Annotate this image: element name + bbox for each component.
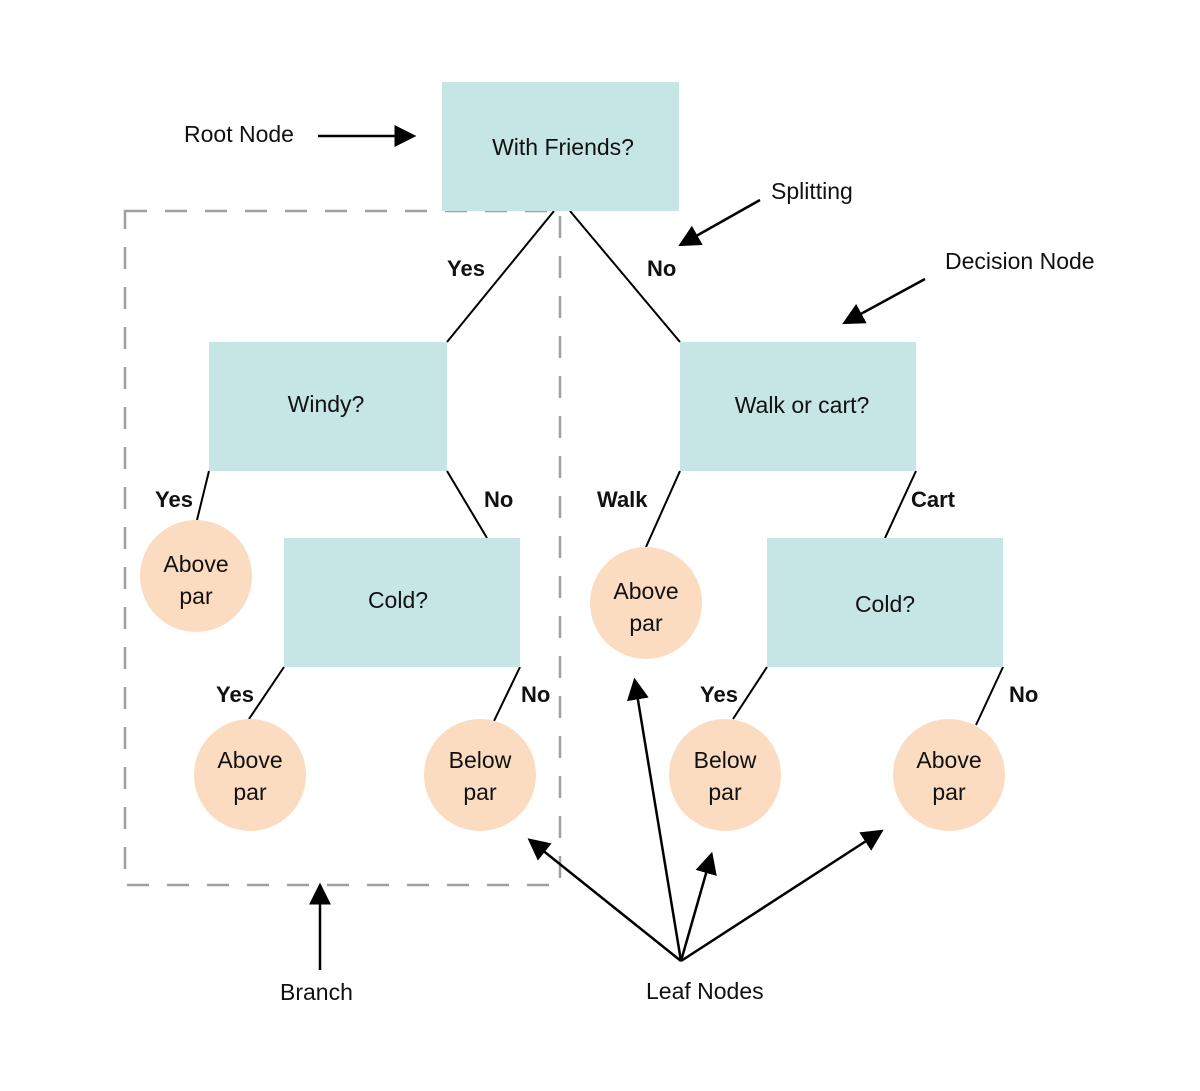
leaf-label-line2: par bbox=[629, 610, 663, 636]
root-node-label: With Friends? bbox=[492, 134, 634, 160]
edge-windy-yes bbox=[196, 470, 210, 521]
leaf-node: Above par bbox=[893, 719, 1005, 831]
root-node: With Friends? bbox=[442, 82, 679, 211]
arrow-leaf-nodes-2 bbox=[627, 677, 683, 962]
leaf-label-line2: par bbox=[463, 779, 497, 805]
edge-label-walk: Walk bbox=[597, 487, 648, 512]
decision-node-cold-left: Cold? bbox=[284, 538, 520, 667]
annotation-branch: Branch bbox=[280, 979, 353, 1005]
edge-windy-no bbox=[446, 470, 488, 539]
leaf-node: Below par bbox=[424, 719, 536, 831]
walk-or-cart-node-label: Walk or cart? bbox=[735, 392, 870, 418]
leaf-label-line1: Above bbox=[613, 578, 678, 604]
edge-cold-right-yes bbox=[732, 666, 768, 720]
leaf-node: Above par bbox=[140, 520, 252, 632]
leaf-label-line2: par bbox=[233, 779, 267, 805]
leaf-label-line2: par bbox=[932, 779, 966, 805]
windy-node-label: Windy? bbox=[288, 391, 365, 417]
leaf-label-line1: Above bbox=[217, 747, 282, 773]
annotation-splitting: Splitting bbox=[771, 178, 853, 204]
edge-label-windy-yes: Yes bbox=[155, 487, 193, 512]
annotation-root-node: Root Node bbox=[184, 121, 294, 147]
arrow-splitting bbox=[678, 198, 761, 247]
edge-label-cold-left-yes: Yes bbox=[216, 682, 254, 707]
edge-label-cold-right-no: No bbox=[1009, 682, 1038, 707]
decision-node-windy: Windy? bbox=[209, 342, 447, 471]
edge-label-cold-left-no: No bbox=[521, 682, 550, 707]
edge-label-root-yes: Yes bbox=[447, 256, 485, 281]
leaf-label-line1: Below bbox=[694, 747, 757, 773]
arrow-decision-node bbox=[842, 277, 926, 325]
annotation-leaf-nodes: Leaf Nodes bbox=[646, 978, 764, 1004]
arrow-leaf-nodes-1 bbox=[527, 838, 682, 962]
cold-left-node-label: Cold? bbox=[368, 587, 428, 613]
decision-tree-diagram: With Friends? Windy? Walk or cart? Cold?… bbox=[123, 82, 1095, 1005]
edge-cold-right-no bbox=[975, 666, 1004, 726]
leaf-node: Above par bbox=[590, 547, 702, 659]
edge-label-root-no: No bbox=[647, 256, 676, 281]
decision-node-walk-or-cart: Walk or cart? bbox=[680, 342, 916, 471]
leaf-label-line1: Below bbox=[449, 747, 512, 773]
edge-label-cart: Cart bbox=[911, 487, 956, 512]
cold-right-node-label: Cold? bbox=[855, 591, 915, 617]
edge-cold-left-no bbox=[493, 666, 521, 722]
leaf-node: Above par bbox=[194, 719, 306, 831]
leaf-label-line2: par bbox=[179, 583, 213, 609]
leaf-label-line1: Above bbox=[916, 747, 981, 773]
edge-cold-left-yes bbox=[248, 666, 285, 720]
leaf-label-line2: par bbox=[708, 779, 742, 805]
annotation-decision-node: Decision Node bbox=[945, 248, 1095, 274]
leaf-label-line1: Above bbox=[163, 551, 228, 577]
leaf-node: Below par bbox=[669, 719, 781, 831]
edge-label-windy-no: No bbox=[484, 487, 513, 512]
arrow-leaf-nodes-4 bbox=[680, 829, 884, 963]
decision-node-cold-right: Cold? bbox=[767, 538, 1003, 667]
edge-label-cold-right-yes: Yes bbox=[700, 682, 738, 707]
edge-walk bbox=[645, 470, 681, 548]
